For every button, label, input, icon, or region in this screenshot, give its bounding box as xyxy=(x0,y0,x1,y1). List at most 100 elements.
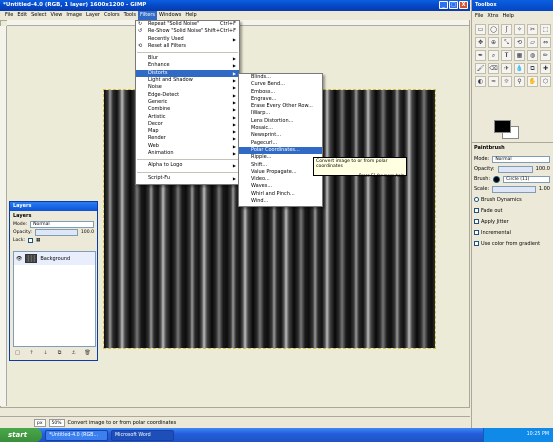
paths-icon[interactable]: ✒ xyxy=(475,50,486,61)
clone-icon[interactable]: ⧉ xyxy=(527,63,538,74)
menu-item-whirl-and-pinch[interactable]: Whirl and Pinch... xyxy=(239,191,322,198)
tool-scale-value[interactable]: 1.00 xyxy=(539,186,550,192)
menu-help[interactable]: Help xyxy=(183,11,198,20)
zoom-icon[interactable]: ⌕ xyxy=(488,50,499,61)
menu-item-ripple[interactable]: Ripple... xyxy=(239,154,322,161)
menu-item-value-propagate[interactable]: Value Propagate... xyxy=(239,169,322,176)
layer-row[interactable]: 👁 Background xyxy=(14,252,95,265)
option-incremental[interactable]: Incremental xyxy=(474,227,550,238)
rotate-icon[interactable]: ⟲ xyxy=(514,37,525,48)
option-fade-out[interactable]: Fade out xyxy=(474,205,550,216)
bucket-fill-icon[interactable]: ▦ xyxy=(514,50,525,61)
menu-item-map[interactable]: Map ▶ xyxy=(136,128,239,135)
lower-layer-icon[interactable]: ↓ xyxy=(41,349,50,357)
duplicate-layer-icon[interactable]: ⧉ xyxy=(55,349,64,357)
menu-item-web[interactable]: Web ▶ xyxy=(136,143,239,150)
taskbar-item-gimp[interactable]: *Untitled-4.0 (RGB... xyxy=(45,429,108,441)
taskbar-item-word[interactable]: Microsoft Word xyxy=(111,429,174,441)
unit-select[interactable]: px xyxy=(34,418,46,427)
menu-item-decor[interactable]: Decor ▶ xyxy=(136,121,239,128)
menu-item-reset-filters[interactable]: ⟲ Reset all Filters xyxy=(136,43,239,50)
checkbox[interactable] xyxy=(474,208,479,213)
scissors-icon[interactable]: ✂ xyxy=(527,24,538,35)
menu-colors[interactable]: Colors xyxy=(102,11,122,20)
paintbrush-icon[interactable]: 🖌 xyxy=(475,63,486,74)
maximize-button[interactable]: □ xyxy=(449,1,458,9)
menu-item-waves[interactable]: Waves... xyxy=(239,183,322,190)
convolve-icon[interactable]: ◐ xyxy=(475,76,486,87)
tool-scale-slider[interactable] xyxy=(492,185,536,193)
menu-item-light-shadow[interactable]: Light and Shadow ▶ xyxy=(136,77,239,84)
anchor-layer-icon[interactable]: ⚓ xyxy=(69,349,78,357)
opacity-value[interactable]: 100.0 xyxy=(81,230,94,235)
menu-item-video[interactable]: Video... xyxy=(239,176,322,183)
start-button[interactable]: start xyxy=(0,428,42,442)
menu-item-lens-distortion[interactable]: Lens Distortion... xyxy=(239,118,322,125)
menu-item-iwarp[interactable]: IWarp... xyxy=(239,110,322,117)
new-layer-icon[interactable]: □ xyxy=(13,349,22,357)
option-apply-jitter[interactable]: Apply Jitter xyxy=(474,216,550,227)
menu-item-recently-used[interactable]: Recently Used ▶ xyxy=(136,36,239,43)
menu-item-pagecurl[interactable]: Pagecurl... xyxy=(239,140,322,147)
lock-pixels-checkbox[interactable] xyxy=(28,237,34,243)
option-brush-dynamics[interactable]: Brush Dynamics xyxy=(474,194,550,205)
foreground-select-icon[interactable]: ⬚ xyxy=(540,24,551,35)
menu-item-combine[interactable]: Combine ▶ xyxy=(136,106,239,113)
tool-mode-select[interactable]: Normal xyxy=(492,155,550,163)
minimize-button[interactable]: _ xyxy=(439,1,448,9)
heal-icon[interactable]: ✚ xyxy=(540,63,551,74)
menu-item-shift[interactable]: Shift... xyxy=(239,162,322,169)
pencil-icon[interactable]: ✏ xyxy=(540,50,551,61)
menu-item-noise[interactable]: Noise ▶ xyxy=(136,84,239,91)
checkbox[interactable] xyxy=(474,219,479,224)
ellipse-select-icon[interactable]: ◯ xyxy=(488,24,499,35)
opacity-slider[interactable] xyxy=(34,228,78,236)
menu-filters[interactable]: Filters xyxy=(138,11,157,20)
measure-icon[interactable]: ⚲ xyxy=(514,76,525,87)
eraser-icon[interactable]: ⌫ xyxy=(488,63,499,74)
menu-item-polar-coordinates[interactable]: Polar Coordinates... xyxy=(239,146,322,155)
menu-windows[interactable]: Windows xyxy=(157,11,183,20)
menu-item-reshow[interactable]: ↺ Re-Show "Solid Noise" Shift+Ctrl+F xyxy=(136,28,239,35)
zoom-select[interactable]: 50% xyxy=(48,418,65,427)
menu-item-enhance[interactable]: Enhance ▶ xyxy=(136,62,239,69)
delete-layer-icon[interactable]: 🗑 xyxy=(83,349,92,357)
menu-view[interactable]: View xyxy=(49,11,65,20)
brush-name[interactable]: Circle (11) xyxy=(503,175,550,183)
eye-icon[interactable]: 👁 xyxy=(16,256,22,262)
menu-item-curve-bend[interactable]: Curve Bend... xyxy=(239,81,322,88)
cage-icon[interactable]: ⬡ xyxy=(540,76,551,87)
menu-image[interactable]: Image xyxy=(64,11,84,20)
menu-item-render[interactable]: Render ▶ xyxy=(136,135,239,142)
text-icon[interactable]: 𝐓 xyxy=(501,50,512,61)
menu-item-engrave[interactable]: Engrave... xyxy=(239,96,322,103)
menu-item-emboss[interactable]: Emboss... xyxy=(239,89,322,96)
fuzzy-select-icon[interactable]: ✧ xyxy=(514,24,525,35)
menu-item-alpha-to-logo[interactable]: Alpha to Logo ▶ xyxy=(136,162,239,169)
scale-icon[interactable]: ⤡ xyxy=(501,37,512,48)
menu-edit[interactable]: Edit xyxy=(15,11,29,20)
dodge-burn-icon[interactable]: ☼ xyxy=(501,76,512,87)
menu-select[interactable]: Select xyxy=(29,11,48,20)
free-select-icon[interactable]: ʃ xyxy=(501,24,512,35)
toolbox-menu-help[interactable]: Help xyxy=(503,13,514,19)
toolbox-menu-xtns[interactable]: Xtns xyxy=(487,13,498,19)
blend-icon[interactable]: ◍ xyxy=(527,50,538,61)
vertical-ruler[interactable] xyxy=(0,26,7,406)
menu-item-mosaic[interactable]: Mosaic... xyxy=(239,125,322,132)
option-use-gradient[interactable]: Use color from gradient xyxy=(474,238,550,249)
menu-tools[interactable]: Tools xyxy=(122,11,138,20)
menu-item-animation[interactable]: Animation ▶ xyxy=(136,150,239,157)
ink-icon[interactable]: 💧 xyxy=(514,63,525,74)
brush-preview-icon[interactable] xyxy=(493,175,501,183)
menu-item-repeat[interactable]: ↻ Repeat "Solid Noise" Ctrl+F xyxy=(136,21,239,28)
airbrush-icon[interactable]: ✈ xyxy=(501,63,512,74)
crop-icon[interactable]: ✋ xyxy=(527,76,538,87)
align-icon[interactable]: ⊕ xyxy=(488,37,499,48)
foreground-color-swatch[interactable] xyxy=(494,120,511,133)
checkbox[interactable] xyxy=(474,241,479,246)
menu-item-generic[interactable]: Generic ▶ xyxy=(136,99,239,106)
menu-item-blur[interactable]: Blur ▶ xyxy=(136,55,239,62)
menu-item-wind[interactable]: Wind... xyxy=(239,198,322,205)
menu-item-distorts[interactable]: Distorts ▶ xyxy=(136,69,239,78)
